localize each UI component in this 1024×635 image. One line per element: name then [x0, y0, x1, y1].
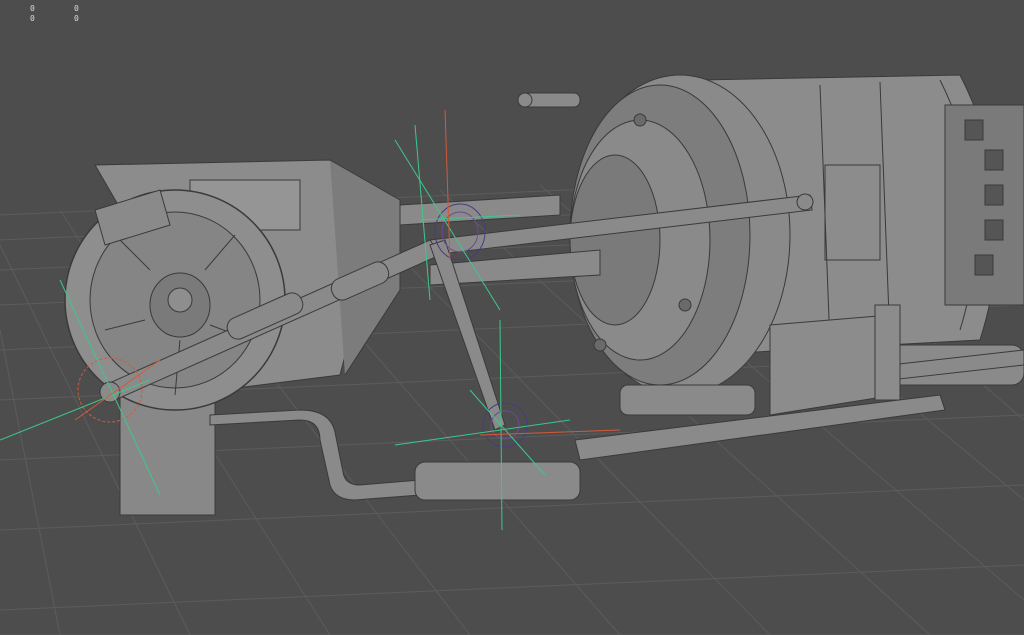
hud-value: 0 [74, 14, 79, 23]
hud-value: 0 [30, 14, 35, 23]
top-barrel[interactable] [517, 92, 581, 108]
left-wheel[interactable] [64, 189, 286, 411]
scene-canvas[interactable] [0, 0, 1024, 635]
hud-value: 0 [74, 4, 79, 13]
3d-viewport[interactable]: 0 0 0 0 [0, 0, 1024, 635]
hud-readout: 0 0 0 0 [30, 4, 94, 24]
hud-value: 0 [30, 4, 35, 13]
